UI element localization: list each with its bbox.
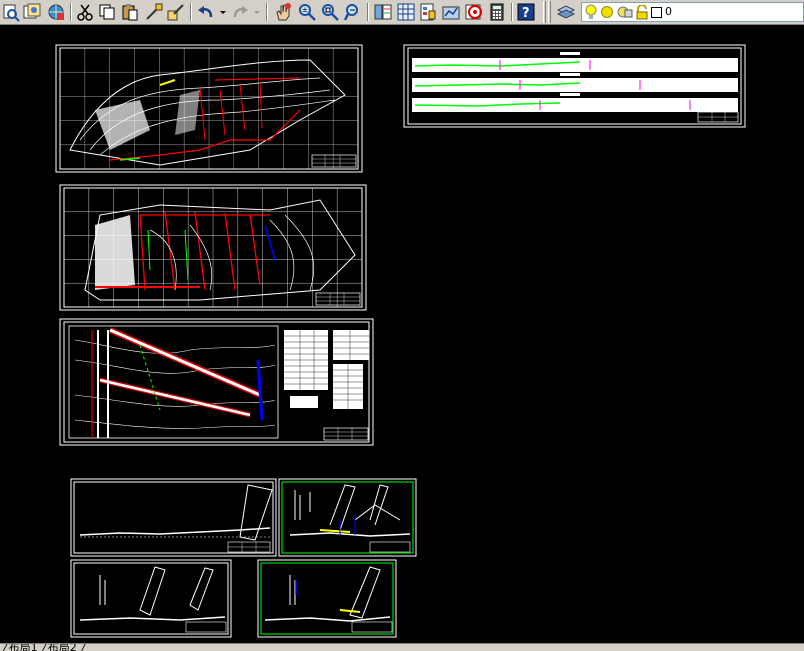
toolbar-separator bbox=[511, 3, 513, 21]
properties-icon[interactable] bbox=[373, 2, 393, 22]
chevron-down-icon[interactable] bbox=[252, 2, 262, 22]
layer-name: 0 bbox=[665, 5, 672, 18]
zoom-previous-icon[interactable] bbox=[343, 2, 363, 22]
undo-icon[interactable] bbox=[196, 2, 216, 22]
drawing-canvas[interactable] bbox=[0, 25, 804, 645]
paste-icon[interactable] bbox=[120, 2, 140, 22]
cut-icon[interactable] bbox=[75, 2, 95, 22]
freeze-viewport-icon[interactable] bbox=[617, 5, 633, 22]
match-properties-icon[interactable] bbox=[144, 2, 164, 22]
help-icon[interactable]: ? bbox=[516, 2, 536, 22]
toolbar-separator bbox=[367, 3, 369, 21]
sheet-layout-plan[interactable] bbox=[59, 318, 374, 446]
calculator-icon[interactable] bbox=[487, 2, 507, 22]
design-center-icon[interactable] bbox=[396, 2, 416, 22]
zoom-window-icon[interactable] bbox=[320, 2, 340, 22]
svg-text:?: ? bbox=[522, 6, 530, 21]
markup-icon[interactable] bbox=[464, 2, 484, 22]
layer-dropdown[interactable]: 0 bbox=[581, 2, 804, 22]
sheet-section-d[interactable] bbox=[257, 559, 397, 638]
toolbar-grip[interactable] bbox=[548, 1, 551, 23]
toolbar-separator bbox=[190, 3, 192, 21]
toolbar-grip[interactable] bbox=[543, 1, 546, 23]
redo-icon[interactable] bbox=[230, 2, 250, 22]
publish-icon[interactable] bbox=[22, 2, 42, 22]
zoom-realtime-icon[interactable]: ± bbox=[297, 2, 317, 22]
pan-icon[interactable] bbox=[273, 2, 293, 22]
copy-icon[interactable] bbox=[97, 2, 117, 22]
lock-icon[interactable] bbox=[635, 4, 649, 23]
block-editor-icon[interactable] bbox=[166, 2, 186, 22]
sheet-site-plan-2[interactable] bbox=[59, 184, 367, 311]
sun-icon[interactable] bbox=[600, 5, 614, 22]
sheet-section-a[interactable] bbox=[70, 478, 277, 557]
sheet-set-icon[interactable] bbox=[441, 2, 461, 22]
3d-dwf-icon[interactable] bbox=[46, 2, 66, 22]
preview-icon[interactable] bbox=[1, 2, 21, 22]
sheet-section-b[interactable] bbox=[278, 478, 417, 557]
lightbulb-on-icon[interactable] bbox=[584, 4, 598, 23]
svg-text:±: ± bbox=[302, 6, 308, 14]
standard-toolbar: ± ? 0 bbox=[0, 0, 804, 25]
sheet-section-c[interactable] bbox=[70, 559, 232, 638]
tool-palettes-icon[interactable] bbox=[418, 2, 438, 22]
toolbar-separator bbox=[266, 3, 268, 21]
color-swatch-icon bbox=[651, 7, 662, 18]
layer-manager-icon[interactable] bbox=[556, 2, 576, 22]
chevron-down-icon[interactable] bbox=[218, 2, 228, 22]
sheet-site-plan-1[interactable] bbox=[55, 44, 363, 173]
toolbar-separator bbox=[70, 3, 72, 21]
sheet-profiles[interactable] bbox=[403, 44, 746, 128]
